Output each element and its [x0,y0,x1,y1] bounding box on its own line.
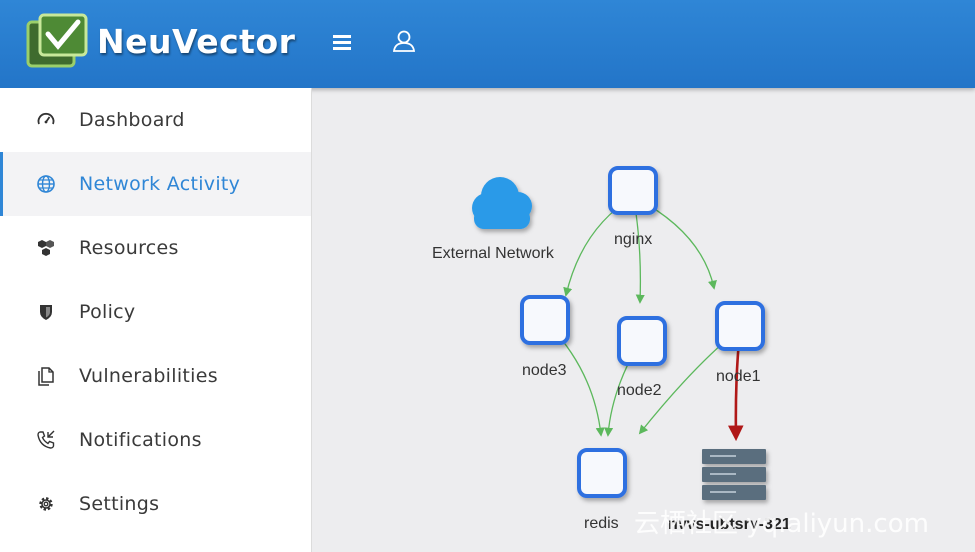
network-graph-canvas[interactable]: External Network nginx node3 node2 node1… [312,88,975,552]
phone-icon [37,430,55,449]
sidebar-item-label: Network Activity [79,173,241,195]
user-icon[interactable] [391,28,417,54]
sidebar-item-label: Settings [79,493,160,515]
sidebar-item-dashboard[interactable]: Dashboard [0,88,311,152]
redis-label: redis [584,515,619,532]
sidebar-item-label: Dashboard [79,109,185,131]
watermark: 云栖社区 yq.aliyun.com [634,509,929,539]
gear-icon [39,497,53,511]
top-header: NeuVector [0,0,975,88]
shield-icon [40,305,52,320]
sidebar-item-label: Notifications [79,429,202,451]
nginx-label: nginx [614,231,652,248]
container-node-nginx[interactable] [608,166,658,215]
sidebar-item-network-activity[interactable]: Network Activity [0,152,311,216]
sidebar: Dashboard Network Activity Resources Pol… [0,88,312,552]
gauge-icon [37,112,55,125]
container-node-node2[interactable] [617,316,667,366]
neuvector-logo-icon [26,13,88,68]
container-node-redis[interactable] [577,448,627,498]
sidebar-item-settings[interactable]: Settings [0,472,311,536]
edge-nginx-node2[interactable] [633,199,645,304]
cubes-icon [38,240,54,256]
container-node-node1[interactable] [715,301,765,351]
sidebar-item-label: Policy [79,301,136,323]
network-graph: External Network nginx node3 node2 node1… [432,166,929,539]
documents-icon [38,367,54,386]
node3-label: node3 [522,362,567,379]
sidebar-item-label: Resources [79,237,179,259]
sidebar-item-vulnerabilities[interactable]: Vulnerabilities [0,344,311,408]
sidebar-item-resources[interactable]: Resources [0,216,311,280]
node2-label: node2 [617,382,662,399]
sidebar-item-notifications[interactable]: Notifications [0,408,311,472]
hamburger-menu-icon[interactable] [330,30,354,54]
brand-name: NeuVector [97,22,296,61]
container-node-node3[interactable] [520,295,570,345]
external-network-label: External Network [432,245,555,262]
node1-label: node1 [716,368,761,385]
cloud-icon[interactable] [472,177,532,229]
server-icon[interactable] [702,449,766,500]
globe-icon [37,175,55,193]
sidebar-item-label: Vulnerabilities [79,365,218,387]
sidebar-item-policy[interactable]: Policy [0,280,311,344]
